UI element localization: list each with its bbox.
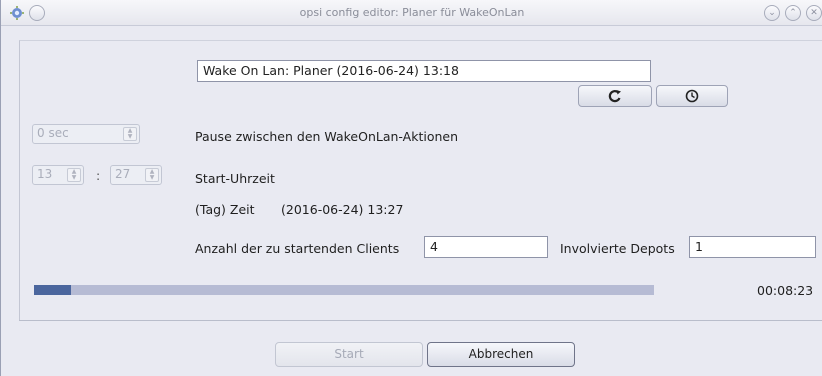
elapsed-time: 00:08:23 bbox=[757, 283, 814, 298]
spin-arrows-icon[interactable]: ▲ ▼ bbox=[145, 168, 159, 182]
planner-title-field[interactable]: Wake On Lan: Planer (2016-06-24) 13:18 bbox=[197, 60, 651, 82]
dialog-window: opsi config editor: Planer für WakeOnLan… bbox=[0, 0, 822, 376]
pause-spinner[interactable]: 0 sec ▲ ▼ bbox=[32, 124, 140, 144]
depots-label: Involvierte Depots bbox=[560, 241, 675, 256]
day-time-label: (Tag) Zeit bbox=[195, 202, 255, 217]
title-bar[interactable]: opsi config editor: Planer für WakeOnLan… bbox=[1, 0, 822, 26]
refresh-icon bbox=[608, 90, 621, 103]
start-button[interactable]: Start bbox=[275, 342, 423, 367]
window-title: opsi config editor: Planer für WakeOnLan bbox=[299, 6, 525, 19]
hour-spinner[interactable]: 13 ▲ ▼ bbox=[32, 165, 84, 185]
spin-arrows-icon[interactable]: ▲ ▼ bbox=[67, 168, 81, 182]
day-time-value: (2016-06-24) 13:27 bbox=[281, 202, 404, 217]
schedule-button[interactable] bbox=[656, 85, 728, 107]
depots-field[interactable]: 1 bbox=[689, 236, 816, 258]
close-icon[interactable]: ✕ bbox=[806, 5, 822, 21]
footer-divider bbox=[19, 320, 822, 321]
minute-value: 27 bbox=[115, 167, 131, 181]
cancel-button[interactable]: Abbrechen bbox=[427, 342, 575, 367]
clients-label: Anzahl der zu startenden Clients bbox=[195, 241, 400, 256]
pause-label: Pause zwischen den WakeOnLan-Aktionen bbox=[195, 129, 459, 144]
spin-arrows-icon[interactable]: ▲ ▼ bbox=[123, 127, 137, 141]
maximize-icon[interactable]: ⌃ bbox=[785, 5, 801, 21]
progress-bar bbox=[34, 285, 654, 295]
start-time-label: Start-Uhrzeit bbox=[195, 171, 275, 186]
clock-icon bbox=[685, 89, 699, 103]
clients-field[interactable]: 4 bbox=[424, 236, 548, 258]
minute-spinner[interactable]: 27 ▲ ▼ bbox=[110, 165, 162, 185]
minimize-icon[interactable]: ⌄ bbox=[764, 5, 780, 21]
progress-bar-fill bbox=[34, 285, 72, 295]
time-separator: : bbox=[96, 168, 101, 183]
hour-value: 13 bbox=[37, 167, 53, 181]
pause-value: 0 sec bbox=[37, 126, 69, 140]
refresh-button[interactable] bbox=[578, 85, 652, 107]
